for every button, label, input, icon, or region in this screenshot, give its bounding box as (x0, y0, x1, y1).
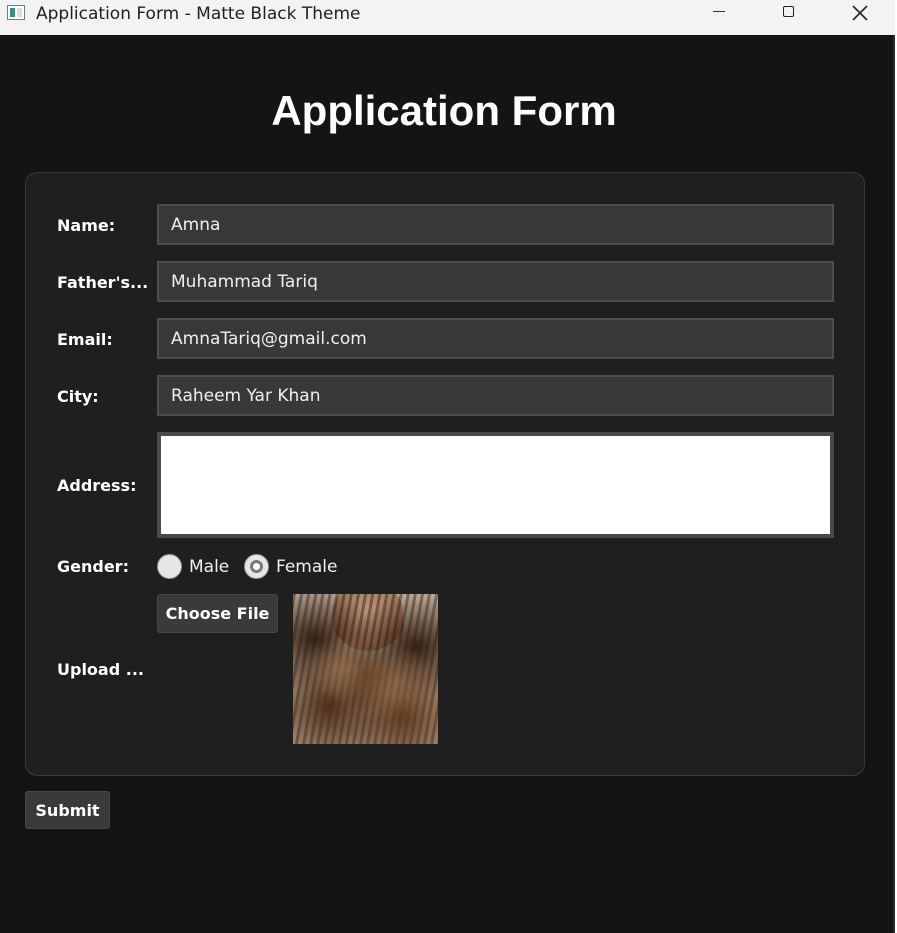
gender-female-label[interactable]: Female (276, 557, 337, 577)
upload-label: Upload ... (57, 660, 144, 679)
gender-male-label[interactable]: Male (189, 557, 229, 577)
close-icon (852, 5, 868, 21)
uploaded-photo-preview (293, 594, 438, 744)
title-bar: Application Form - Matte Black Theme (0, 0, 895, 35)
close-button[interactable] (837, 0, 883, 30)
father-name-field[interactable] (157, 261, 834, 302)
window-title: Application Form - Matte Black Theme (36, 4, 361, 24)
city-label: City: (57, 387, 99, 406)
app-window: Application Form - Matte Black Theme App… (0, 0, 895, 933)
app-icon (7, 5, 25, 20)
gender-label: Gender: (57, 557, 129, 576)
gender-female-radio[interactable] (244, 554, 269, 579)
address-label: Address: (57, 476, 137, 495)
page-title: Application Form (271, 87, 617, 134)
email-field[interactable] (157, 318, 834, 359)
gender-male-radio[interactable] (157, 554, 182, 579)
choose-file-button[interactable]: Choose File (157, 594, 278, 633)
address-field[interactable] (157, 432, 834, 538)
submit-button[interactable]: Submit (25, 791, 110, 829)
name-field[interactable] (157, 204, 834, 245)
maximize-button[interactable] (766, 0, 812, 30)
email-label: Email: (57, 330, 113, 349)
city-field[interactable] (157, 375, 834, 416)
father-name-label: Father's... (57, 273, 149, 292)
name-label: Name: (57, 216, 116, 235)
minimize-button[interactable] (697, 0, 743, 30)
